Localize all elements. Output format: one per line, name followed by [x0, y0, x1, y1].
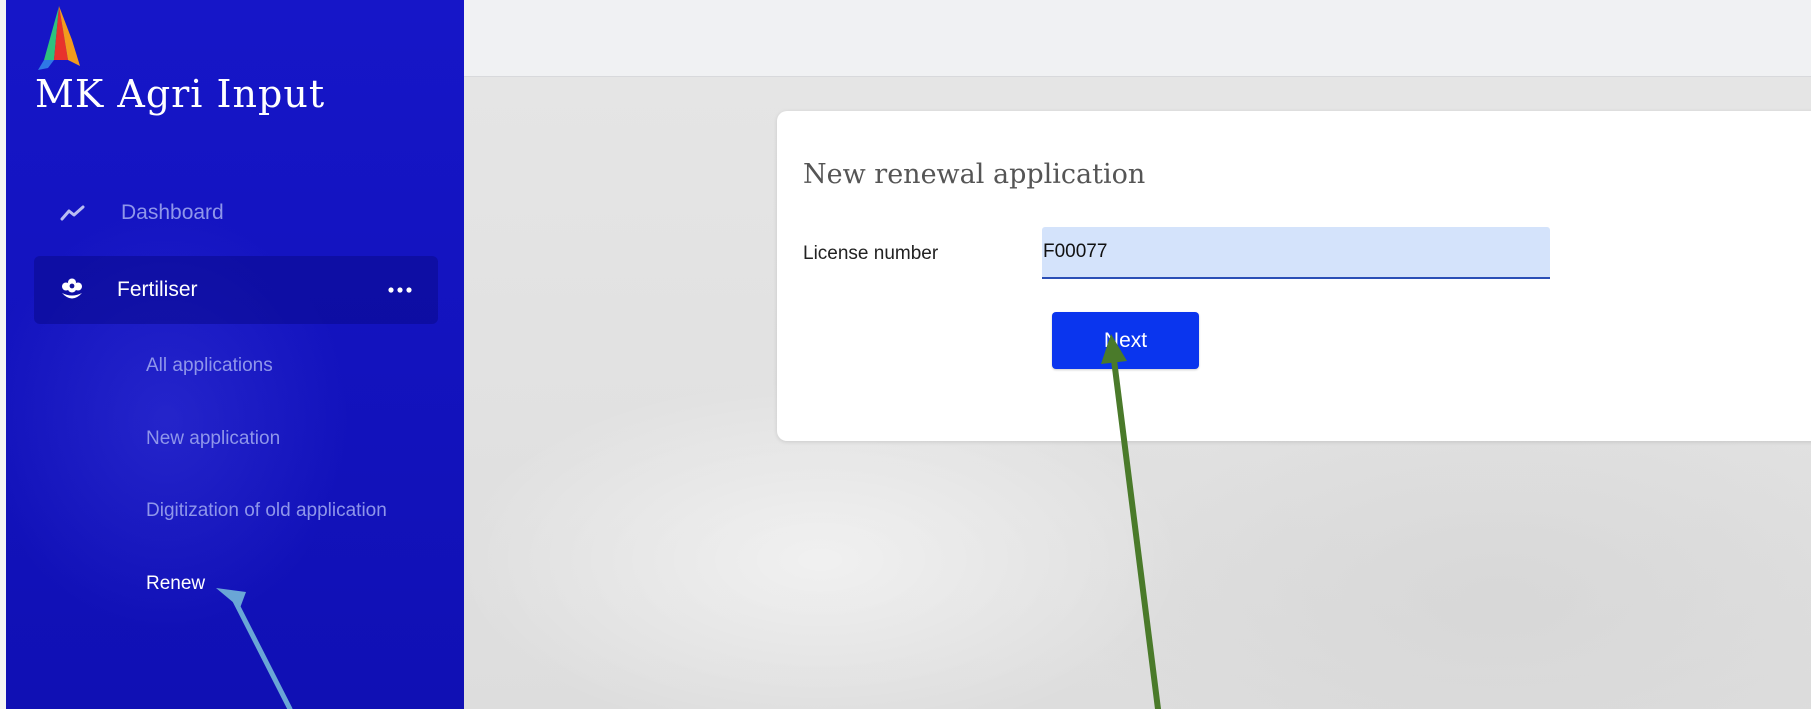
more-horizontal-icon[interactable]	[386, 280, 414, 300]
license-number-label: License number	[803, 243, 939, 264]
renewal-form-card: New renewal application License number N…	[777, 111, 1811, 441]
sidebar-item-label: Dashboard	[121, 201, 224, 224]
form-title: New renewal application	[803, 159, 1146, 190]
trend-line-icon	[58, 202, 88, 224]
sidebar: MK Agri Input Dashboard Fertiliser All a…	[6, 0, 464, 709]
sidebar-subitem-all-applications[interactable]: All applications	[146, 355, 273, 377]
sidebar-subitem-renew[interactable]: Renew	[146, 573, 205, 595]
sidebar-item-fertiliser[interactable]: Fertiliser	[34, 256, 438, 324]
license-number-input[interactable]	[1042, 227, 1550, 279]
next-button[interactable]: Next	[1052, 312, 1199, 369]
top-header-bar	[464, 0, 1811, 77]
app-logo	[38, 6, 80, 70]
sidebar-subitem-digitization[interactable]: Digitization of old application	[146, 500, 387, 522]
app-title: MK Agri Input	[35, 72, 326, 116]
sidebar-item-dashboard[interactable]: Dashboard	[34, 190, 438, 236]
sidebar-subitem-new-application[interactable]: New application	[146, 428, 280, 450]
flower-icon	[60, 278, 84, 302]
sidebar-item-label: Fertiliser	[117, 278, 198, 301]
